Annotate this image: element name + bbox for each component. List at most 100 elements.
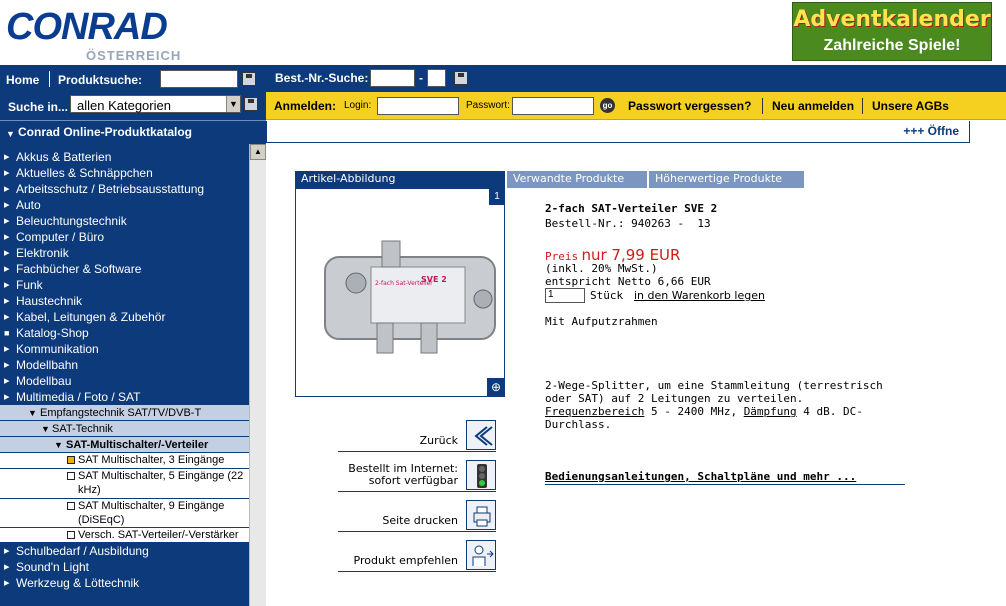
leaf-item[interactable]: SAT Multischalter, 3 Eingänge (0, 453, 249, 469)
manuals-link[interactable]: Bedienungsanleitungen, Schaltpläne und m… (545, 470, 856, 483)
leaf-item[interactable]: SAT Multischalter, 9 Eingänge (DiSEqC) (0, 499, 249, 528)
recommend-label: Produkt empfehlen (353, 554, 458, 567)
recommend-product-button[interactable]: Produkt empfehlen (338, 540, 496, 572)
sidebar-item[interactable]: Auto (0, 197, 249, 213)
sidebar-item[interactable]: Kommunikation (0, 341, 249, 357)
banner-subtitle: Zahlreiche Spiele! (823, 37, 961, 54)
leaf-label: SAT Multischalter, 3 Eingänge (78, 454, 225, 466)
tab-premium-products[interactable]: Höherwertige Produkte (649, 171, 804, 188)
product-title: 2-fach SAT-Verteiler SVE 2 (545, 202, 718, 215)
order-search-submit-icon[interactable] (454, 71, 468, 85)
leaf-item[interactable]: SAT Multischalter, 5 Eingänge (22 kHz) (0, 469, 249, 499)
sidebar-item[interactable]: Werkzeug & Löttechnik (0, 575, 249, 591)
sidebar-item[interactable]: Arbeitsschutz / Betriebsausstattung (0, 181, 249, 197)
quantity-input[interactable]: 1 (545, 288, 585, 303)
category-select-value: allen Kategorien (77, 98, 171, 113)
sidebar-item[interactable]: Aktuelles & Schnäppchen (0, 165, 249, 181)
sidebar-item[interactable]: Elektronik (0, 245, 249, 261)
availability-label: Bestellt im Internet: sofort verfügbar (348, 463, 458, 487)
chevron-down-icon: ▼ (54, 440, 63, 450)
vat-note: (inkl. 20% MwSt.) (545, 262, 658, 275)
order-number-dash: - (419, 71, 423, 85)
device-label-title: SVE 2 (421, 275, 447, 284)
sidebar-item[interactable]: Funk (0, 277, 249, 293)
frequency-range-link[interactable]: Frequenzbereich (545, 405, 644, 418)
register-link[interactable]: Neu anmelden (772, 99, 854, 113)
sidebar-item-multimedia[interactable]: Multimedia / Foto / SAT (0, 389, 249, 405)
back-button[interactable]: Zurück (338, 420, 496, 452)
print-label: Seite drucken (382, 514, 458, 527)
chevron-down-icon[interactable]: ▼ (226, 96, 240, 112)
open-link[interactable]: +++ Öffne (903, 124, 959, 138)
selected-marker-icon (67, 456, 75, 464)
order-number-input-2[interactable] (427, 69, 446, 87)
sidebar-item[interactable]: Kabel, Leitungen & Zubehör (0, 309, 249, 325)
quantity-unit: Stück (590, 289, 624, 302)
sidebar-item[interactable]: Akkus & Batterien (0, 149, 249, 165)
recommend-person-icon (466, 540, 496, 570)
product-image[interactable]: 2-fach Sat-Verteiler SVE 2 (311, 227, 496, 357)
divider (545, 484, 905, 485)
forgot-password-link[interactable]: Passwort vergessen? (628, 99, 751, 113)
bullet-icon (67, 531, 75, 539)
order-number-input-1[interactable] (370, 69, 415, 87)
subcategory-label: SAT-Multischalter/-Verteiler (66, 439, 209, 451)
product-feature: Mit Aufputzrahmen (545, 315, 658, 328)
advent-banner[interactable]: Adventkalender Zahlreiche Spiele! (792, 2, 992, 61)
password-input[interactable] (512, 97, 594, 115)
leaf-item[interactable]: Versch. SAT-Verteiler/-Verstärker (0, 528, 249, 543)
description-text: 2-Wege-Splitter, um eine Stammleitung (t… (545, 379, 883, 405)
go-button[interactable]: go (600, 98, 615, 113)
zoom-icon[interactable]: ⊕ (487, 378, 505, 396)
tab-related-products[interactable]: Verwandte Produkte (507, 171, 647, 188)
leaf-label: SAT Multischalter, 9 Eingänge (DiSEqC) (78, 500, 225, 526)
login-bar: Anmelden: Login: Passwort: go Passwort v… (266, 92, 1006, 120)
home-link[interactable]: Home (6, 73, 39, 87)
add-to-cart-link[interactable]: in den Warenkorb legen (634, 289, 765, 302)
order-number: Bestell-Nr.: 940263 - 13 (545, 217, 711, 230)
terms-link[interactable]: Unsere AGBs (872, 99, 949, 113)
subcategory-label: SAT-Technik (52, 423, 113, 435)
back-label: Zurück (419, 434, 458, 447)
sidebar-scrollbar[interactable]: ▲ (249, 144, 266, 606)
subcategory-label: Empfangstechnik SAT/TV/DVB-T (40, 407, 202, 419)
product-search-input[interactable] (160, 70, 238, 88)
sidebar-item[interactable]: Beleuchtungstechnik (0, 213, 249, 229)
sidebar-item[interactable]: Modellbau (0, 373, 249, 389)
sidebar-item[interactable]: Fachbücher & Software (0, 261, 249, 277)
product-search-label: Produktsuche: (58, 73, 143, 87)
login-label: Login: (344, 100, 372, 111)
login-input[interactable] (377, 97, 459, 115)
catalog-header[interactable]: ▼ Conrad Online-Produktkatalog (0, 120, 266, 144)
logo-country: ÖSTERREICH (86, 48, 182, 63)
net-price: entspricht Netto 6,66 EUR (545, 275, 711, 288)
leaf-label: Versch. SAT-Verteiler/-Verstärker (78, 529, 239, 541)
category-search-icon[interactable] (244, 97, 258, 111)
category-select[interactable]: allen Kategorien ▼ (70, 95, 241, 113)
attenuation-link[interactable]: Dämpfung (744, 405, 797, 418)
divider (49, 71, 50, 87)
subcategory-reception[interactable]: ▼ Empfangstechnik SAT/TV/DVB-T (0, 405, 249, 421)
sidebar-item[interactable]: Haustechnik (0, 293, 249, 309)
sidebar-item[interactable]: Sound'n Light (0, 559, 249, 575)
print-page-button[interactable]: Seite drucken (338, 500, 496, 532)
search-submit-icon[interactable] (242, 72, 256, 86)
chevron-down-icon: ▼ (28, 408, 37, 418)
chevron-down-icon: ▼ (6, 129, 15, 139)
sidebar-item[interactable]: Computer / Büro (0, 229, 249, 245)
traffic-light-icon (466, 460, 496, 490)
password-label: Passwort: (466, 100, 510, 111)
conrad-logo[interactable]: CONRAD ÖSTERREICH (6, 6, 186, 63)
image-number-badge[interactable]: 1 (489, 189, 505, 205)
bullet-icon (67, 472, 75, 480)
order-number-search-label: Best.-Nr.-Suche: (275, 71, 369, 85)
scroll-up-arrow-icon[interactable]: ▲ (250, 144, 266, 160)
back-arrow-icon (466, 420, 496, 450)
tab-article-image[interactable]: Artikel-Abbildung (295, 171, 505, 188)
subcategory-sat[interactable]: ▼ SAT-Technik (0, 421, 249, 437)
sidebar-item[interactable]: Modellbahn (0, 357, 249, 373)
sidebar-item[interactable]: Katalog-Shop (0, 325, 249, 341)
sidebar-item[interactable]: Schulbedarf / Ausbildung (0, 543, 249, 559)
top-navigation-bar: Home Produktsuche: Best.-Nr.-Suche: - (0, 65, 1006, 92)
subcategory-multischalter[interactable]: ▼ SAT-Multischalter/-Verteiler (0, 437, 249, 453)
